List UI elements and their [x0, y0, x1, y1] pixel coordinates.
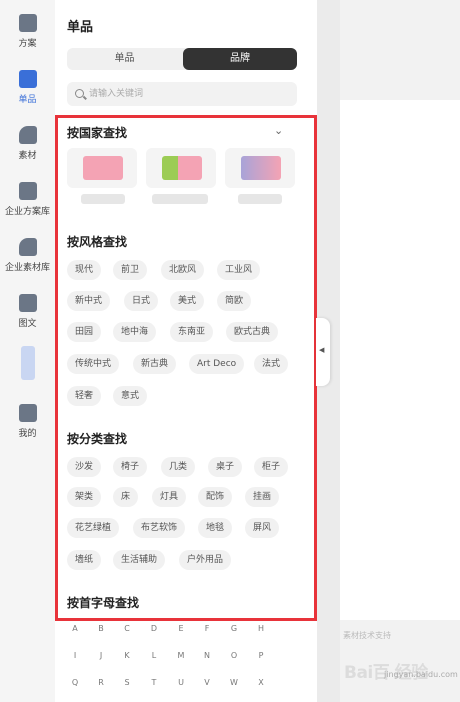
material-icon: [18, 126, 37, 144]
letter-link[interactable]: C: [121, 624, 133, 633]
letter-link[interactable]: G: [228, 624, 240, 633]
nav-label: 我的: [18, 429, 37, 439]
panel-title: 单品: [67, 20, 94, 35]
letter-link[interactable]: Q: [69, 678, 81, 687]
nav-label: 企业方案库: [4, 207, 50, 217]
support-text: 素材技术支持: [343, 631, 391, 640]
search-icon: [75, 89, 84, 98]
mine-icon: [18, 404, 37, 422]
letter-link[interactable]: P: [255, 651, 267, 660]
tab-switch: 单品 品牌: [67, 48, 297, 70]
enterprise-solution-icon: [18, 182, 37, 200]
letter-link[interactable]: U: [175, 678, 187, 687]
solution-icon: [18, 14, 37, 32]
letter-link[interactable]: M: [175, 651, 187, 660]
letter-link[interactable]: T: [148, 678, 160, 687]
image-text-icon: [18, 294, 37, 312]
canvas-card: [340, 100, 460, 620]
letter-link[interactable]: X: [255, 678, 267, 687]
search-placeholder: 请输入关键词: [89, 89, 144, 99]
nav-label: 方案: [18, 39, 37, 49]
letter-link[interactable]: D: [148, 624, 160, 633]
letter-link[interactable]: O: [228, 651, 240, 660]
enterprise-material-icon: [18, 238, 37, 256]
highlight-frame: [55, 115, 317, 621]
side-nav: 方案 单品 素材 企业方案库 企业素材库 图文 我的: [0, 0, 55, 702]
search-input[interactable]: 请输入关键词: [67, 82, 297, 106]
letter-link[interactable]: R: [95, 678, 107, 687]
nav-item-avatar[interactable]: [0, 346, 55, 384]
letter-link[interactable]: L: [148, 651, 160, 660]
letter-link[interactable]: H: [255, 624, 267, 633]
letter-link[interactable]: E: [175, 624, 187, 633]
nav-label: 素材: [18, 151, 37, 161]
item-icon: [18, 70, 37, 88]
nav-item-item[interactable]: 单品: [0, 70, 55, 105]
letter-link[interactable]: J: [95, 651, 107, 660]
nav-item-mine[interactable]: 我的: [0, 404, 55, 439]
nav-item-image-text[interactable]: 图文: [0, 294, 55, 329]
nav-label: 图文: [18, 319, 37, 329]
tab-brand[interactable]: 品牌: [183, 48, 297, 70]
nav-item-enterprise-solution[interactable]: 企业方案库: [0, 182, 55, 217]
letter-link[interactable]: A: [69, 624, 81, 633]
letter-link[interactable]: S: [121, 678, 133, 687]
letter-link[interactable]: B: [95, 624, 107, 633]
letter-link[interactable]: V: [201, 678, 213, 687]
caret-left-icon: ◀: [319, 346, 325, 354]
avatar-icon: [20, 346, 35, 380]
watermark-sub: jingyan.baidu.com: [384, 670, 458, 679]
nav-item-material[interactable]: 素材: [0, 126, 55, 161]
letter-link[interactable]: F: [201, 624, 213, 633]
letter-link[interactable]: I: [69, 651, 81, 660]
nav-label: 企业素材库: [4, 263, 50, 273]
letter-link[interactable]: N: [201, 651, 213, 660]
nav-item-enterprise-material[interactable]: 企业素材库: [0, 238, 55, 273]
nav-item-solution[interactable]: 方案: [0, 14, 55, 49]
letter-link[interactable]: W: [228, 678, 240, 687]
letter-link[interactable]: K: [121, 651, 133, 660]
tab-item[interactable]: 单品: [67, 48, 182, 70]
nav-label: 单品: [18, 95, 37, 105]
collapse-handle[interactable]: ◀: [316, 318, 330, 386]
